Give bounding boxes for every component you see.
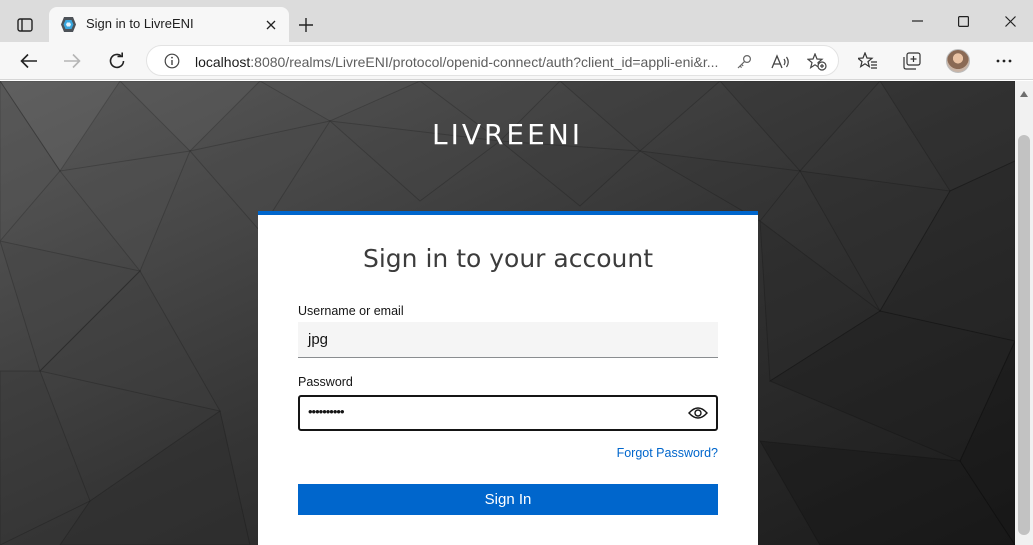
password-label: Password	[298, 375, 353, 389]
refresh-icon[interactable]	[103, 47, 131, 75]
sidebar-icon[interactable]	[12, 13, 38, 37]
read-aloud-icon[interactable]	[771, 52, 791, 72]
password-field[interactable]: ••••••••••	[298, 395, 718, 431]
tab-title: Sign in to LivreENI	[86, 16, 194, 31]
avatar[interactable]	[946, 49, 970, 73]
forgot-password-link[interactable]: Forgot Password?	[617, 446, 718, 460]
maximize-icon[interactable]	[948, 8, 978, 34]
key-icon[interactable]	[734, 52, 754, 72]
scroll-up-icon[interactable]	[1019, 85, 1029, 97]
star-add-icon[interactable]	[807, 52, 827, 72]
browser-titlebar: Sign in to LivreENI	[0, 0, 1033, 42]
password-value: ••••••••••	[308, 404, 345, 419]
browser-toolbar: localhost:8080/realms/LivreENI/protocol/…	[0, 42, 1033, 80]
sign-in-button[interactable]: Sign In	[298, 484, 718, 515]
url-text[interactable]: localhost:8080/realms/LivreENI/protocol/…	[195, 54, 730, 70]
browser-tab[interactable]: Sign in to LivreENI	[49, 7, 289, 42]
forward-arrow-icon[interactable]	[58, 47, 86, 75]
close-icon[interactable]	[261, 15, 281, 35]
login-card: Sign in to your account Username or emai…	[258, 211, 758, 545]
address-bar[interactable]: localhost:8080/realms/LivreENI/protocol/…	[146, 45, 839, 76]
info-icon[interactable]	[164, 53, 180, 69]
realm-brand: LIVREENI	[431, 118, 584, 151]
scrollbar-thumb[interactable]	[1018, 135, 1030, 535]
minimize-icon[interactable]	[902, 8, 932, 34]
username-label: Username or email	[298, 304, 404, 318]
window-close-icon[interactable]	[995, 8, 1025, 34]
keycloak-icon	[60, 16, 77, 33]
eye-icon[interactable]	[687, 405, 709, 421]
back-arrow-icon[interactable]	[15, 47, 43, 75]
page-title: Sign in to your account	[362, 244, 653, 273]
page-scrollbar[interactable]	[1015, 81, 1033, 545]
plus-icon[interactable]	[294, 13, 318, 37]
page-viewport: LIVREENI Sign in to your account Usernam…	[0, 81, 1015, 545]
username-field[interactable]: jpg	[298, 322, 718, 358]
favorites-icon[interactable]	[857, 50, 879, 72]
username-value: jpg	[308, 331, 329, 348]
collections-icon[interactable]	[901, 50, 923, 72]
more-icon[interactable]	[993, 50, 1015, 72]
